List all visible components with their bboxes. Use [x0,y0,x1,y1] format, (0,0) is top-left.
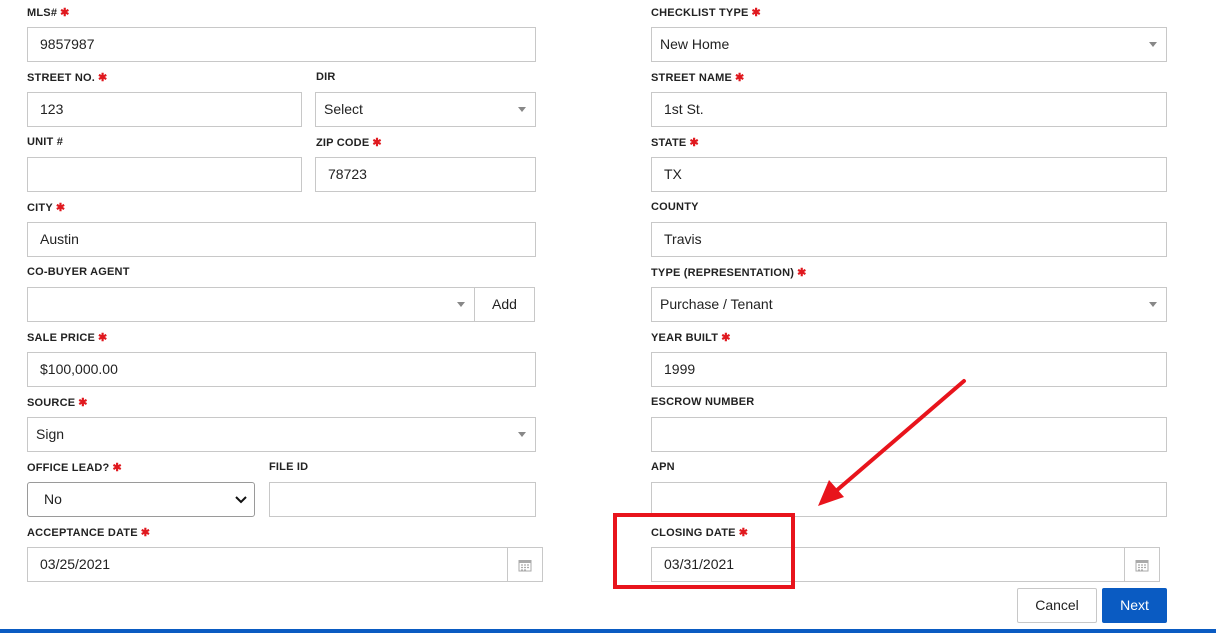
street-no-label: STREET NO. ✱ [27,72,108,84]
cancel-button[interactable]: Cancel [1017,588,1097,623]
chevron-down-icon [518,107,526,112]
acceptance-date-label: ACCEPTANCE DATE ✱ [27,527,151,539]
required-marker: ✱ [98,332,108,344]
city-input[interactable]: Austin [27,222,536,257]
required-marker: ✱ [78,397,88,409]
chevron-down-icon [235,496,247,504]
chevron-down-icon [1149,42,1157,47]
office-lead-select[interactable]: No [27,482,255,517]
chevron-down-icon [1149,302,1157,307]
acceptance-date-calendar-button[interactable] [507,548,542,581]
escrow-number-input[interactable] [651,417,1167,452]
street-name-label: STREET NAME ✱ [651,72,745,84]
required-marker: ✱ [689,137,699,149]
acceptance-date-value: 03/25/2021 [40,556,111,572]
apn-label: APN [651,461,675,473]
checklist-type-select[interactable]: New Home [651,27,1167,62]
state-input[interactable]: TX [651,157,1167,192]
closing-date-input[interactable]: 03/31/2021 [651,547,1160,582]
required-marker: ✱ [751,7,761,19]
mls-label: MLS# ✱ [27,7,70,19]
dir-select[interactable]: Select [315,92,536,127]
add-co-buyer-button[interactable]: Add [474,287,535,322]
street-no-input[interactable]: 123 [27,92,302,127]
type-representation-value: Purchase / Tenant [660,296,773,312]
required-marker: ✱ [372,137,382,149]
calendar-icon [1135,559,1149,571]
sale-price-input[interactable]: $100,000.00 [27,352,536,387]
source-select-value: Sign [36,426,65,442]
acceptance-date-input[interactable]: 03/25/2021 [27,547,543,582]
required-marker: ✱ [735,72,745,84]
required-marker: ✱ [797,267,807,279]
dir-select-value: Select [324,101,363,117]
required-marker: ✱ [721,332,731,344]
dir-label: DIR [316,71,336,83]
chevron-down-icon [518,432,526,437]
type-representation-label: TYPE (REPRESENTATION) ✱ [651,267,807,279]
street-name-input[interactable]: 1st St. [651,92,1167,127]
co-buyer-agent-label: CO-BUYER AGENT [27,266,130,278]
year-built-label: YEAR BUILT ✱ [651,332,731,344]
required-marker: ✱ [55,202,66,214]
calendar-icon [518,559,532,571]
required-marker: ✱ [60,7,70,19]
closing-date-value: 03/31/2021 [664,556,735,572]
sale-price-label: SALE PRICE ✱ [27,332,108,344]
closing-date-calendar-button[interactable] [1124,548,1159,581]
zip-input[interactable]: 78723 [315,157,536,192]
file-id-input[interactable] [269,482,536,517]
office-lead-value: No [44,491,62,507]
checklist-type-value: New Home [660,36,730,52]
office-lead-label: OFFICE LEAD? ✱ [27,462,122,474]
closing-date-label: CLOSING DATE ✱ [651,527,749,539]
checklist-type-label: CHECKLIST TYPE ✱ [651,7,761,19]
state-label: STATE ✱ [651,137,699,149]
type-representation-select[interactable]: Purchase / Tenant [651,287,1167,322]
year-built-input[interactable]: 1999 [651,352,1167,387]
chevron-down-icon [457,302,465,307]
escrow-number-label: ESCROW NUMBER [651,396,755,408]
bottom-accent-bar [0,629,1216,633]
file-id-label: FILE ID [269,461,309,473]
county-input[interactable]: Travis [651,222,1167,257]
unit-label: UNIT # [27,136,64,148]
required-marker: ✱ [738,527,749,539]
city-label: CITY ✱ [27,202,66,214]
apn-input[interactable] [651,482,1167,517]
co-buyer-agent-select[interactable] [27,287,475,322]
source-label: SOURCE ✱ [27,397,88,409]
required-marker: ✱ [112,462,122,474]
zip-label: ZIP CODE ✱ [316,137,382,149]
next-button[interactable]: Next [1102,588,1167,623]
required-marker: ✱ [140,527,151,539]
county-label: COUNTY [651,201,699,213]
source-select[interactable]: Sign [27,417,536,452]
unit-input[interactable] [27,157,302,192]
required-marker: ✱ [98,72,108,84]
mls-input[interactable]: 9857987 [27,27,536,62]
